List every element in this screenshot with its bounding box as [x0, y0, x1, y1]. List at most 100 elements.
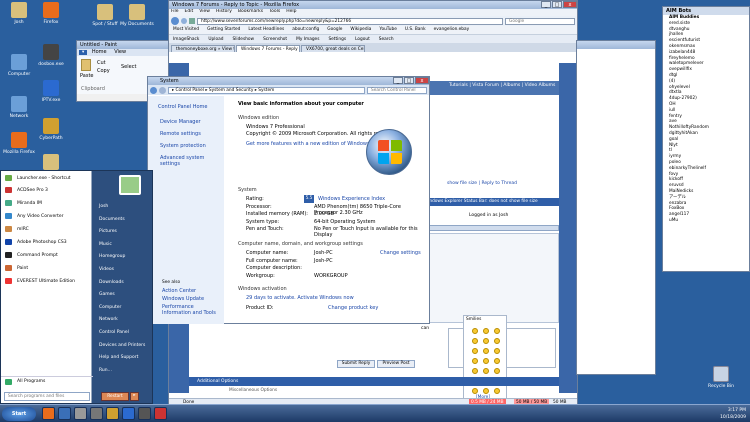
desktop-icon[interactable]: My Documents — [120, 4, 154, 27]
more-features-link[interactable]: Get more features with a new edition of … — [246, 141, 374, 147]
start-menu-place[interactable]: Run... — [95, 365, 153, 378]
imageshack-tool[interactable]: Settings — [328, 37, 346, 42]
smiley-icon[interactable] — [483, 368, 489, 374]
smiley-icon[interactable] — [483, 388, 489, 394]
taskbar-app-icon[interactable] — [154, 407, 167, 420]
start-menu-place[interactable]: Music — [95, 239, 153, 252]
start-menu-program[interactable]: Miranda IM — [1, 198, 93, 211]
start-menu-program[interactable]: mIRC — [1, 224, 93, 237]
smiley-icon[interactable] — [494, 368, 500, 374]
restart-button[interactable]: Restart — [101, 392, 129, 401]
aim-buddy[interactable]: uMu — [663, 218, 749, 224]
bookmark-item[interactable]: Google — [327, 27, 342, 32]
smiley-icon[interactable] — [494, 348, 500, 354]
maximize-button[interactable]: □ — [552, 1, 562, 8]
desktop-icon[interactable]: IPTV.exe — [34, 80, 68, 103]
start-menu-place[interactable]: Videos — [95, 264, 153, 277]
desktop-icon[interactable]: Josh — [2, 2, 36, 25]
forward-icon[interactable] — [159, 86, 166, 94]
preview-post-button[interactable]: Preview Post — [377, 360, 415, 368]
clock-date[interactable]: 10/18/2009 — [720, 414, 746, 421]
cut-button[interactable]: Cut — [97, 60, 106, 66]
select-button[interactable]: Select — [121, 64, 136, 70]
bookmark-item[interactable]: Wikipedia — [350, 27, 371, 32]
start-search-input[interactable]: Search programs and files — [4, 392, 90, 401]
smiley-icon[interactable] — [494, 388, 500, 394]
change-settings-link[interactable]: Change settings — [380, 250, 421, 256]
start-menu-place[interactable]: Computer — [95, 302, 153, 315]
system-info-value[interactable]: Windows Experience Index — [318, 196, 385, 202]
forward-icon[interactable] — [181, 18, 187, 24]
shutdown-options-arrow[interactable]: ▸ — [130, 392, 139, 401]
close-button[interactable]: x — [415, 77, 429, 84]
system-task-link[interactable]: System protection — [160, 143, 224, 149]
see-also-link[interactable]: Windows Update — [162, 296, 222, 302]
smiley-icon[interactable] — [494, 338, 500, 344]
desktop-icon[interactable]: Mozilla Firefox — [2, 132, 36, 155]
taskbar-app-icon[interactable] — [90, 407, 103, 420]
start-menu-program[interactable]: EVEREST Ultimate Edition — [1, 276, 93, 289]
taskbar-app-icon[interactable] — [122, 407, 135, 420]
smiley-icon[interactable] — [472, 368, 478, 374]
menu-help[interactable]: Help — [286, 9, 296, 14]
start-menu-place[interactable]: Pictures — [95, 226, 153, 239]
forum-nav[interactable]: Tutorials | Vista Forum | Albums | Video… — [449, 83, 555, 88]
start-menu-program[interactable]: ACDSee Pro 3 — [1, 185, 93, 198]
menu-tools[interactable]: Tools — [269, 9, 280, 14]
background-window[interactable] — [576, 40, 656, 375]
change-key-link[interactable]: Change product key — [328, 305, 378, 311]
taskbar-app-icon[interactable] — [138, 407, 151, 420]
start-menu-place[interactable]: Devices and Printers — [95, 340, 153, 353]
submit-reply-button[interactable]: Submit Reply — [337, 360, 375, 368]
start-menu-program[interactable]: Paint — [1, 263, 93, 276]
search-field[interactable]: Google — [505, 17, 575, 25]
smiley-icon[interactable] — [483, 358, 489, 364]
browser-tab[interactable]: themoneyboxe.org » View thread » He... — [171, 45, 235, 52]
smiley-icon[interactable] — [494, 358, 500, 364]
smiley-icon[interactable] — [472, 338, 478, 344]
start-menu-place[interactable]: Help and Support — [95, 352, 153, 365]
smiley-icon[interactable] — [483, 348, 489, 354]
smiley-icon[interactable] — [472, 388, 478, 394]
smiley-icon[interactable] — [472, 348, 478, 354]
taskbar-app-icon[interactable] — [74, 407, 87, 420]
menu-view[interactable]: View — [199, 9, 210, 14]
smiley-icon[interactable] — [483, 328, 489, 334]
url-bar[interactable]: http://www.sevenforums.com/newreply.php?… — [197, 17, 503, 25]
system-task-link[interactable]: Advanced system settings — [160, 155, 224, 167]
activate-link[interactable]: 29 days to activate. Activate Windows no… — [246, 295, 354, 301]
taskbar-app-icon[interactable] — [106, 407, 119, 420]
start-menu-place[interactable]: Network — [95, 314, 153, 327]
imageshack-tool[interactable]: My Images — [296, 37, 319, 42]
additional-options-header[interactable]: Additional Options — [189, 377, 559, 386]
imageshack-tool[interactable]: Screenshot — [263, 37, 287, 42]
start-menu-place[interactable]: Josh — [95, 201, 153, 214]
bookmark-item[interactable]: Most Visited — [173, 27, 199, 32]
reload-icon[interactable] — [189, 18, 195, 24]
start-menu-place[interactable]: Downloads — [95, 277, 153, 290]
start-menu-place[interactable]: Control Panel — [95, 327, 153, 340]
imageshack-tool[interactable]: Slideshow — [232, 37, 254, 42]
address-breadcrumb[interactable]: ▸ Control Panel ▸ System and Security ▸ … — [168, 86, 365, 94]
back-icon[interactable] — [171, 17, 179, 25]
system-task-link[interactable]: Device Manager — [160, 119, 224, 125]
bookmark-item[interactable]: Latest Headlines — [248, 27, 284, 32]
menu-file[interactable]: File — [171, 9, 179, 14]
bookmark-item[interactable]: Getting Started — [207, 27, 240, 32]
see-also-link[interactable]: Performance Information and Tools — [162, 304, 222, 316]
smiley-icon[interactable] — [472, 328, 478, 334]
desktop-icon[interactable]: Spot / Stuff — [88, 4, 122, 27]
user-avatar[interactable] — [119, 175, 141, 195]
search-control-panel[interactable]: Search Control Panel — [367, 86, 427, 94]
bookmark-item[interactable]: evangelion.ebay — [434, 27, 470, 32]
desktop-icon[interactable]: Firefox — [34, 2, 68, 25]
smiley-icon[interactable] — [483, 338, 489, 344]
imageshack-tool[interactable]: Logout — [355, 37, 370, 42]
see-also-link[interactable]: Action Center — [162, 288, 222, 294]
menu-edit[interactable]: Edit — [185, 9, 194, 14]
minimize-button[interactable]: _ — [541, 1, 551, 8]
imageshack-tool[interactable]: Search — [379, 37, 394, 42]
paint-tab-view[interactable]: View — [111, 49, 129, 55]
reply-links[interactable]: show file size | Reply to Thread — [447, 181, 517, 186]
menu-history[interactable]: History — [216, 9, 232, 14]
